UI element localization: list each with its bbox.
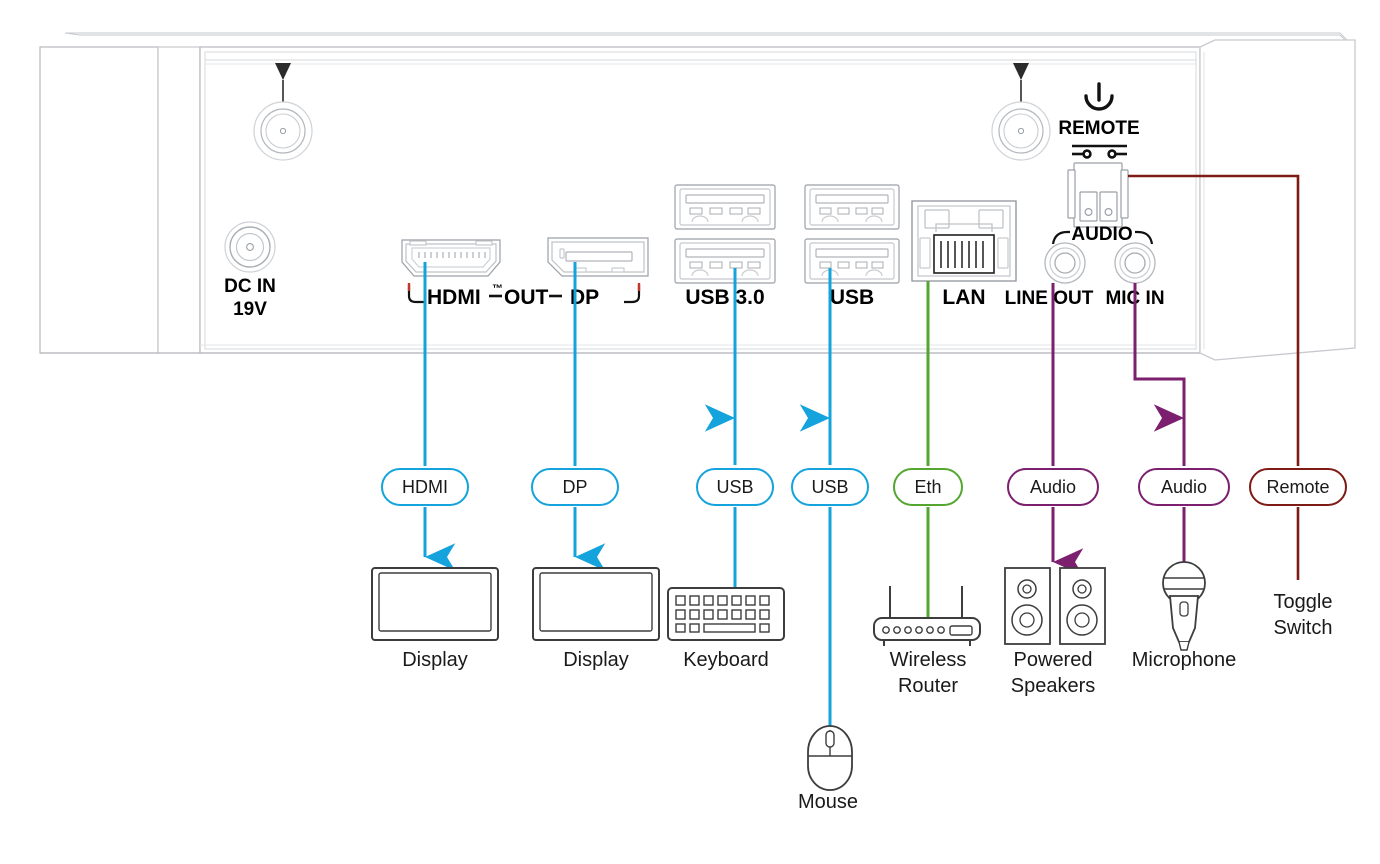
port-dc-in-label-line1: DC IN (224, 276, 276, 297)
cable-pill-remote-label: Remote (1266, 477, 1329, 497)
connection-diagram-canvas: REMOTE DC IN 19V HDMI ™ OUT DP USB 3.0 U… (0, 0, 1380, 864)
cable-pill-usb-mouse[interactable]: USB (791, 468, 869, 506)
cable-pill-usb-keyboard-label: USB (716, 477, 753, 497)
device-toggle-switch-label-2: Switch (1274, 617, 1333, 639)
cable-pill-remote[interactable]: Remote (1249, 468, 1347, 506)
bracket-label-hdmi: HDMI (427, 286, 481, 309)
port-lan (911, 200, 1017, 282)
port-line-out-label: LINE OUT (1005, 288, 1094, 309)
cable-pill-audio-mic-in-label: Audio (1161, 477, 1207, 497)
remote-label: REMOTE (1058, 118, 1139, 139)
cable-pill-dp[interactable]: DP (531, 468, 619, 506)
port-lan-label: LAN (942, 286, 985, 309)
cable-pill-ethernet[interactable]: Eth (893, 468, 963, 506)
port-usb-3-0-label: USB 3.0 (685, 286, 764, 309)
cable-pill-dp-label: DP (562, 477, 587, 497)
port-usb-label: USB (830, 286, 874, 309)
port-dc-in-label-line2: 19V (233, 299, 267, 320)
monitor-icon (532, 567, 660, 641)
port-displayport (547, 237, 649, 277)
device-display-1-label: Display (402, 649, 468, 671)
port-mic-in (1114, 242, 1156, 284)
cable-pill-ethernet-label: Eth (914, 477, 941, 497)
cable-pill-hdmi-label: HDMI (402, 477, 448, 497)
chassis-right-panel (1199, 39, 1356, 361)
device-keyboard[interactable]: Keyboard (667, 587, 785, 671)
cable-pill-audio-line-out-label: Audio (1030, 477, 1076, 497)
device-powered-speakers-label-2: Speakers (1011, 675, 1096, 697)
port-dc-in (224, 221, 276, 273)
device-display-2-label: Display (563, 649, 629, 671)
port-line-out (1044, 242, 1086, 284)
keyboard-icon (667, 587, 785, 641)
cable-pill-audio-line-out[interactable]: Audio (1007, 468, 1099, 506)
device-keyboard-label: Keyboard (683, 649, 769, 671)
device-wireless-router-label-1: Wireless (890, 649, 967, 671)
cable-pill-usb-mouse-label: USB (811, 477, 848, 497)
device-toggle-switch-label-1: Toggle (1274, 591, 1333, 613)
cable-pill-hdmi[interactable]: HDMI (381, 468, 469, 506)
mouse-icon (807, 725, 853, 791)
device-powered-speakers-label-1: Powered (1014, 649, 1093, 671)
chassis-left-panel (39, 46, 159, 354)
bracket-label-out: OUT (504, 286, 549, 309)
port-hdmi (401, 239, 501, 277)
port-remote (1067, 162, 1129, 228)
bracket-label-trademark: ™ (492, 283, 503, 295)
monitor-icon (371, 567, 499, 641)
chassis-bevel (157, 46, 201, 354)
device-microphone-label: Microphone (1132, 649, 1237, 671)
cable-pill-usb-keyboard[interactable]: USB (696, 468, 774, 506)
device-wireless-router-label-2: Router (898, 675, 958, 697)
cable-pill-audio-mic-in[interactable]: Audio (1138, 468, 1230, 506)
device-mouse-label: Mouse (798, 791, 858, 813)
audio-bracket-label: AUDIO (1071, 224, 1132, 245)
